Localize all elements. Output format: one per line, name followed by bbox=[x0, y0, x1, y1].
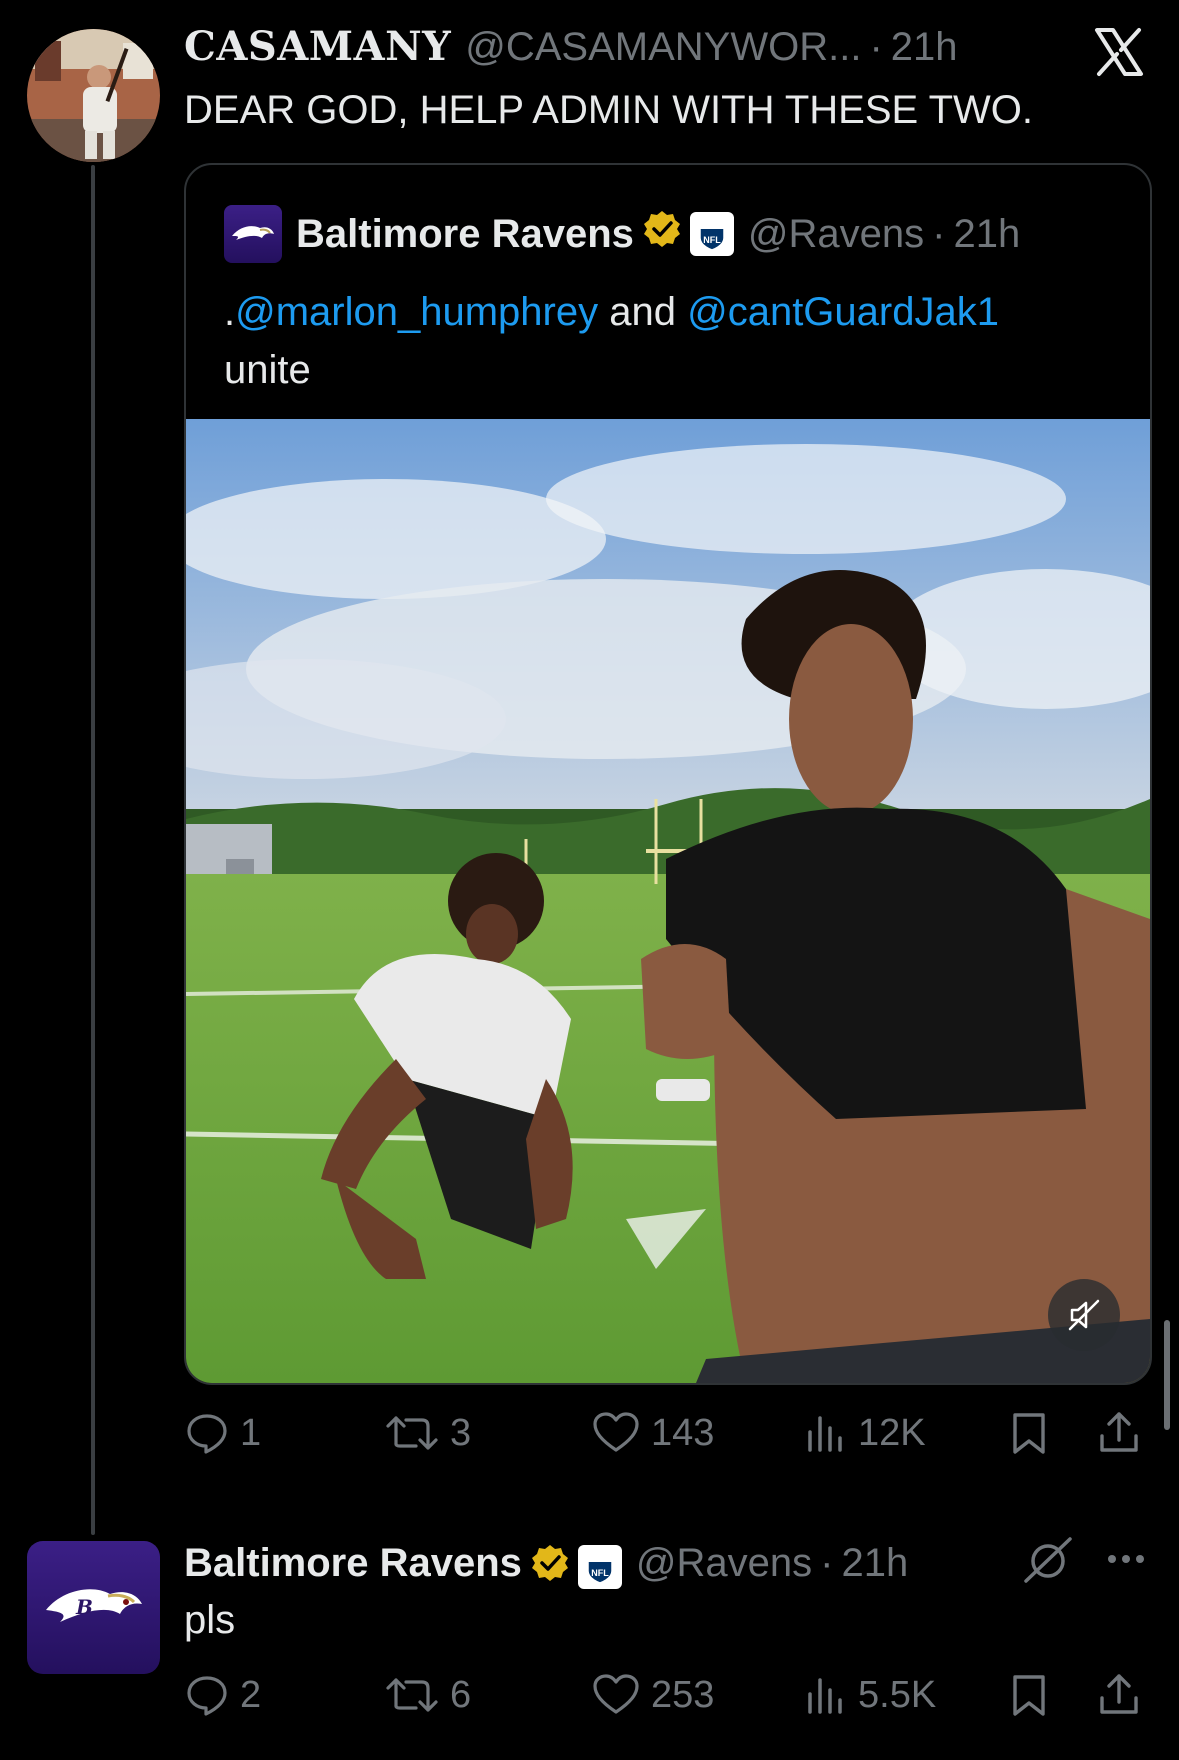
mention-cantguardjak1[interactable]: @cantGuardJak1 bbox=[687, 290, 999, 334]
views-count: 12K bbox=[858, 1411, 926, 1454]
mention-marlon-humphrey[interactable]: @marlon_humphrey bbox=[235, 290, 598, 334]
like-icon bbox=[593, 1674, 639, 1714]
avatar-casamany[interactable] bbox=[27, 29, 160, 162]
views-icon bbox=[808, 1678, 842, 1714]
views-button[interactable]: 12K bbox=[802, 1410, 926, 1456]
reply-button[interactable]: 2 bbox=[184, 1672, 261, 1718]
nfl-badge-icon: NFL bbox=[577, 1544, 622, 1589]
tweet1-display-name[interactable]: CASAMANY bbox=[184, 27, 451, 67]
quote-avatar[interactable] bbox=[224, 205, 282, 263]
avatar-baltimore-ravens[interactable]: B bbox=[27, 1541, 160, 1674]
quote-header: Baltimore Ravens NFL @Ravens · 21h bbox=[224, 205, 1020, 263]
like-count: 253 bbox=[651, 1673, 715, 1716]
repost-count: 3 bbox=[450, 1411, 472, 1454]
mute-toggle[interactable] bbox=[1048, 1279, 1120, 1351]
share-button[interactable] bbox=[1096, 1410, 1152, 1456]
views-icon bbox=[808, 1416, 842, 1452]
tweet2-actions: 2 6 253 5.5K bbox=[184, 1672, 1152, 1732]
views-count: 5.5K bbox=[858, 1673, 937, 1716]
share-icon bbox=[1100, 1674, 1138, 1714]
more-icon bbox=[1108, 1555, 1144, 1563]
like-button[interactable]: 143 bbox=[591, 1410, 714, 1456]
nfl-badge-icon: NFL bbox=[689, 212, 734, 256]
tweet2-text: pls bbox=[184, 1598, 236, 1642]
repost-count: 6 bbox=[450, 1673, 472, 1716]
reply-icon bbox=[187, 1414, 227, 1454]
more-button[interactable] bbox=[1104, 1544, 1148, 1579]
quote-handle[interactable]: @Ravens bbox=[748, 212, 924, 257]
reply-count: 2 bbox=[240, 1673, 262, 1716]
share-button[interactable] bbox=[1096, 1672, 1152, 1718]
quote-text-prefix: . bbox=[224, 290, 236, 334]
bookmark-icon bbox=[1013, 1675, 1045, 1716]
quoted-tweet-card[interactable]: Baltimore Ravens NFL @Ravens · 21h .@mar… bbox=[184, 163, 1152, 1385]
repost-button[interactable]: 6 bbox=[384, 1672, 471, 1718]
svg-text:NFL: NFL bbox=[703, 235, 721, 245]
bookmark-icon bbox=[1013, 1413, 1045, 1454]
tweet2-header: Baltimore Ravens NFL @Ravens · 21h bbox=[184, 1543, 908, 1590]
video-frame bbox=[186, 419, 1150, 1383]
tweet1-dot: · bbox=[869, 25, 883, 69]
quote-time[interactable]: 21h bbox=[953, 212, 1020, 257]
reply-icon bbox=[187, 1676, 227, 1716]
reply-count: 1 bbox=[240, 1411, 262, 1454]
quote-dot: · bbox=[932, 211, 946, 256]
svg-text:NFL: NFL bbox=[591, 1568, 609, 1578]
reply-button[interactable]: 1 bbox=[184, 1410, 261, 1456]
thread-line bbox=[91, 165, 95, 1535]
bookmark-button[interactable] bbox=[1006, 1410, 1062, 1456]
quote-text: .@marlon_humphrey and @cantGuardJak1 uni… bbox=[224, 283, 1124, 399]
tweet1-handle[interactable]: @CASAMANYWOR... bbox=[465, 27, 861, 67]
repost-button[interactable]: 3 bbox=[384, 1410, 471, 1456]
tweet2-handle[interactable]: @Ravens bbox=[636, 1543, 812, 1583]
verified-badge-icon bbox=[530, 1543, 570, 1590]
video-player[interactable] bbox=[186, 419, 1150, 1383]
like-count: 143 bbox=[651, 1411, 715, 1454]
tweet2-display-name[interactable]: Baltimore Ravens bbox=[184, 1543, 522, 1583]
repost-icon bbox=[386, 1678, 438, 1712]
tweet1-header: CASAMANY @CASAMANYWOR... · 21h bbox=[184, 25, 958, 69]
repost-icon bbox=[386, 1416, 438, 1450]
quote-text-mid: and bbox=[598, 290, 688, 334]
like-button[interactable]: 253 bbox=[591, 1672, 714, 1718]
quote-display-name[interactable]: Baltimore Ravens bbox=[296, 212, 634, 257]
grok-button[interactable] bbox=[1020, 1535, 1076, 1590]
tweet1-text: DEAR GOD, HELP ADMIN WITH THESE TWO. bbox=[184, 88, 1034, 132]
tweet1-time[interactable]: 21h bbox=[891, 27, 958, 67]
views-button[interactable]: 5.5K bbox=[802, 1672, 936, 1718]
x-logo-icon[interactable] bbox=[1091, 24, 1147, 80]
bookmark-button[interactable] bbox=[1006, 1672, 1062, 1718]
grok-icon bbox=[1024, 1537, 1072, 1583]
quote-text-suffix: unite bbox=[224, 348, 311, 392]
like-icon bbox=[593, 1412, 639, 1452]
verified-badge-icon bbox=[642, 209, 682, 259]
tweet2-dot: · bbox=[820, 1541, 834, 1585]
tweet2-time[interactable]: 21h bbox=[841, 1543, 908, 1583]
scrollbar[interactable] bbox=[1164, 1320, 1170, 1430]
mute-icon bbox=[1068, 1299, 1100, 1331]
svg-text:B: B bbox=[75, 1595, 93, 1619]
share-icon bbox=[1100, 1412, 1138, 1452]
tweet1-actions: 1 3 143 12K bbox=[184, 1410, 1152, 1470]
